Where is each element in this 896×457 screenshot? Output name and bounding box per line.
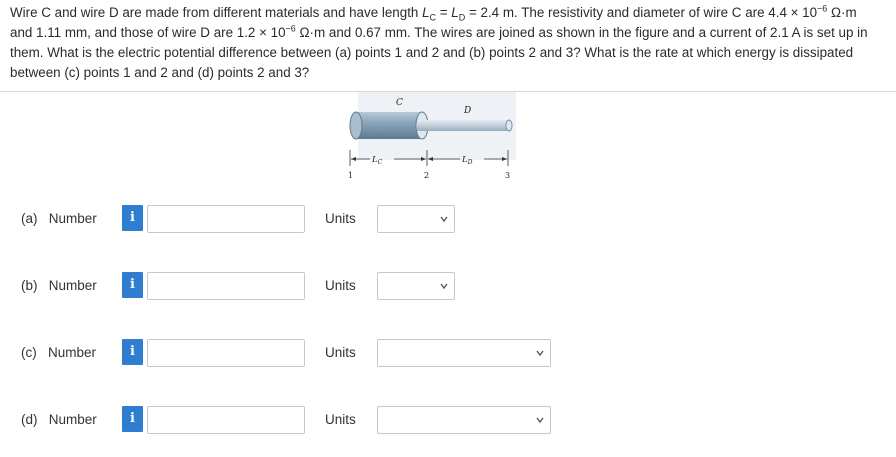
part-d-label: (d) Number [21, 412, 97, 427]
units-select-c[interactable] [377, 339, 551, 367]
answer-row-d: (d) Number i Units [0, 404, 896, 434]
answer-row-a: (a) Number i Units [0, 203, 896, 233]
chevron-down-icon [440, 283, 448, 290]
part-b-label: (b) Number [21, 278, 97, 293]
label-c: C [396, 98, 403, 108]
units-select-d[interactable] [377, 406, 551, 434]
number-input-d[interactable] [147, 406, 305, 434]
wire-c [356, 112, 422, 139]
wire-d-end [505, 119, 513, 132]
wire-c-left-end [349, 111, 363, 140]
number-input-b[interactable] [147, 272, 305, 300]
point-1: 1 [348, 171, 353, 180]
info-icon[interactable]: i [122, 406, 143, 432]
number-input-a[interactable] [147, 205, 305, 233]
units-select-a[interactable] [377, 205, 455, 233]
part-c-label: (c) Number [21, 345, 97, 360]
wire-figure: C D LC LD 1 2 3 [348, 92, 516, 180]
part-a-label: (a) Number [21, 211, 97, 226]
question-text: Wire C and wire D are made from differen… [10, 3, 868, 80]
chevron-down-icon [440, 216, 448, 223]
units-label-d: Units [325, 412, 356, 427]
point-2: 2 [424, 171, 429, 180]
chevron-down-icon [536, 350, 544, 357]
units-select-b[interactable] [377, 272, 455, 300]
info-icon[interactable]: i [122, 205, 143, 231]
units-label-b: Units [325, 278, 356, 293]
units-label-a: Units [325, 211, 356, 226]
info-icon[interactable]: i [122, 339, 143, 365]
label-d: D [463, 106, 471, 116]
answer-row-b: (b) Number i Units [0, 270, 896, 300]
units-label-c: Units [325, 345, 356, 360]
point-3: 3 [505, 171, 510, 180]
chevron-down-icon [536, 417, 544, 424]
info-icon[interactable]: i [122, 272, 143, 298]
answer-row-c: (c) Number i Units [0, 337, 896, 367]
number-input-c[interactable] [147, 339, 305, 367]
